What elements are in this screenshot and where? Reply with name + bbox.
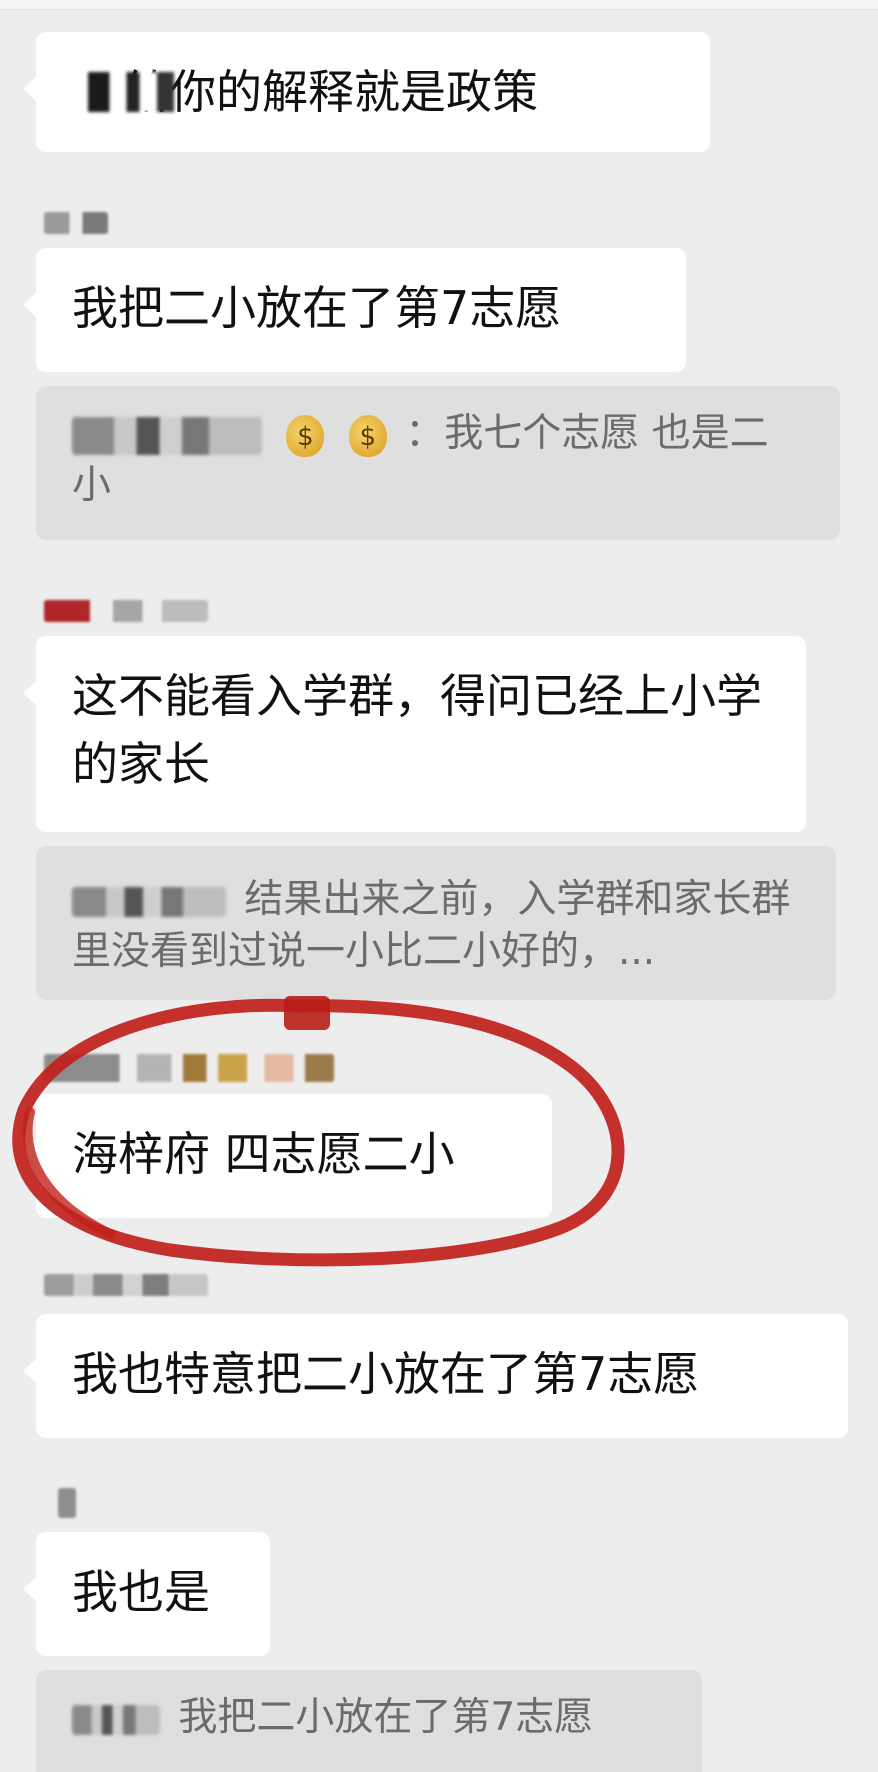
chat-bubble[interactable]: 给你的解释就是政策 xyxy=(23,32,710,152)
redacted-name xyxy=(72,416,262,455)
redacted-name xyxy=(72,1704,160,1735)
money-bag-icon: $ xyxy=(348,414,387,457)
chat-bubble[interactable]: 海梓府 四志愿二小 xyxy=(23,1094,552,1218)
sender-name xyxy=(44,1054,334,1082)
quoted-message[interactable]: 结果出来之前，入学群和家长群里没看到过说一小比二小好的，... xyxy=(36,846,836,1000)
top-bar xyxy=(0,0,878,10)
sender-name xyxy=(44,1274,208,1296)
chat-bubble[interactable]: 这不能看入学群，得问已经上小学的家长 xyxy=(23,636,806,832)
quoted-message[interactable]: $ $ ：我七个志愿 也是二小 xyxy=(36,386,840,540)
sender-name xyxy=(44,600,208,622)
sender-name xyxy=(58,1488,76,1518)
message-text: 给你的解释就是政策 xyxy=(124,65,538,119)
chat-bubble[interactable]: 我也是 xyxy=(23,1532,270,1656)
message-text: 海梓府 四志愿二小 xyxy=(72,1127,455,1181)
chat-bubble[interactable]: 我也特意把二小放在了第7志愿 xyxy=(23,1314,848,1438)
redacted-name xyxy=(88,72,174,112)
sender-name xyxy=(44,212,108,234)
quote-text: 我把二小放在了第7志愿 xyxy=(178,1695,594,1740)
message-text: 这不能看入学群，得问已经上小学的家长 xyxy=(72,669,762,791)
money-bag-icon: $ xyxy=(286,414,325,457)
chat-bubble[interactable]: 我把二小放在了第7志愿 xyxy=(23,248,686,372)
message-text: 我把二小放在了第7志愿 xyxy=(72,281,562,335)
message-text: 我也是 xyxy=(72,1565,210,1619)
quoted-message[interactable]: 我把二小放在了第7志愿 xyxy=(36,1670,702,1772)
redacted-name xyxy=(72,886,226,917)
message-text: 我也特意把二小放在了第7志愿 xyxy=(72,1347,700,1401)
